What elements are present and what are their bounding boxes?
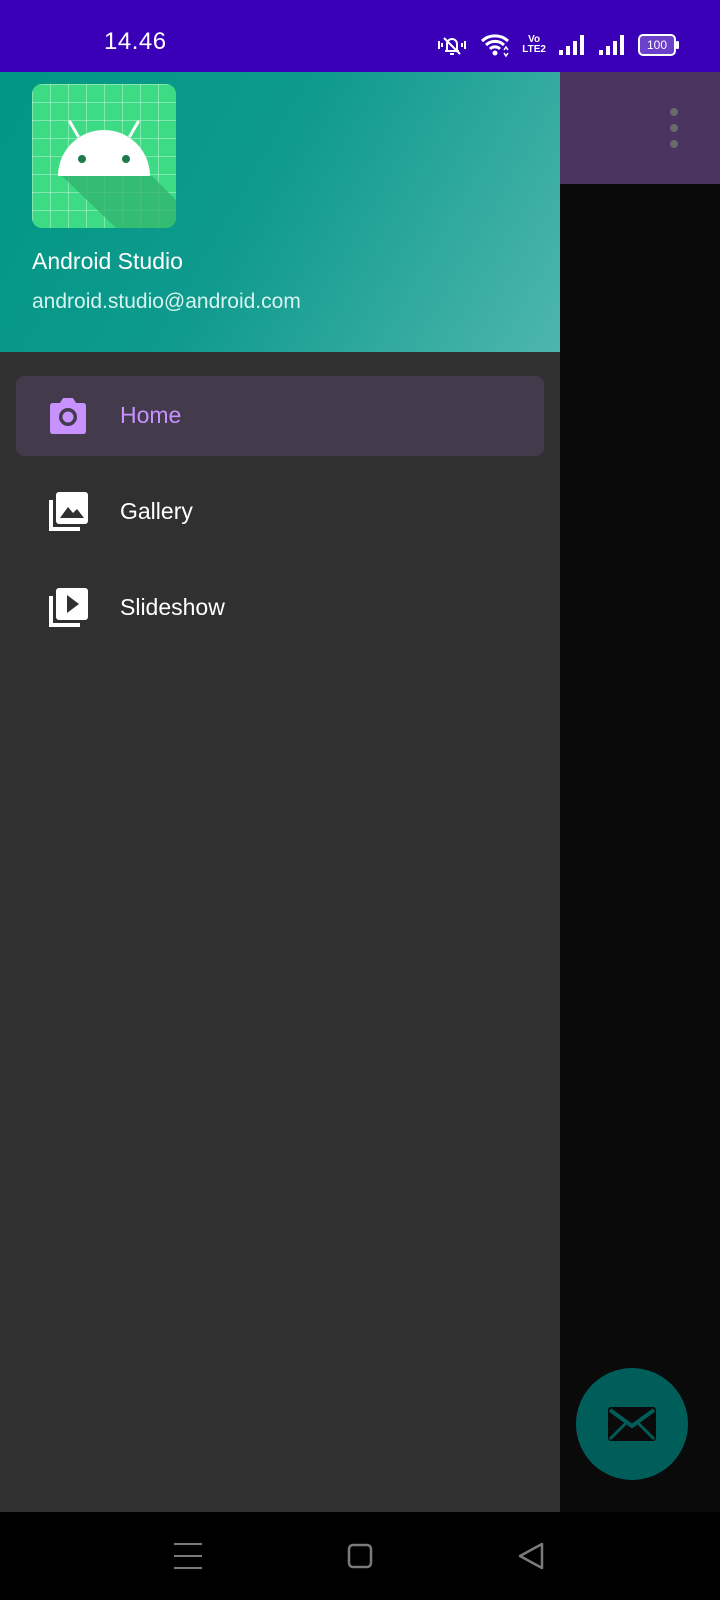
drawer-item-home[interactable]: Home: [16, 376, 544, 456]
drawer-header: Android Studio android.studio@android.co…: [0, 72, 560, 352]
drawer-item-label: Home: [120, 402, 182, 428]
home-square-icon[interactable]: [342, 1538, 378, 1574]
status-icons: Vo LTE2 100: [436, 30, 679, 60]
volte-icon: Vo LTE2: [522, 35, 546, 55]
app-bar: [560, 72, 720, 184]
drawer-item-label: Slideshow: [120, 594, 225, 620]
android-logo-icon: [32, 84, 176, 228]
battery-icon: 100: [638, 34, 679, 56]
camera-icon: [50, 398, 86, 434]
battery-level: 100: [646, 38, 668, 52]
status-time: 14.46: [104, 28, 167, 55]
user-email: android.studio@android.com: [32, 290, 301, 313]
back-triangle-icon[interactable]: [514, 1538, 550, 1574]
menu-icon[interactable]: [170, 1538, 206, 1574]
mail-icon: [608, 1407, 656, 1441]
system-nav-bar: [0, 1512, 720, 1600]
drawer-item-gallery[interactable]: Gallery: [16, 472, 544, 552]
mute-vibrate-icon: [438, 37, 467, 55]
slideshow-icon: [49, 588, 88, 627]
wifi-icon: [481, 34, 510, 57]
signal-sim2-icon: [599, 35, 624, 55]
navigation-drawer: Android Studio android.studio@android.co…: [0, 72, 560, 1512]
user-name: Android Studio: [32, 248, 183, 274]
drawer-item-slideshow[interactable]: Slideshow: [16, 568, 544, 648]
drawer-menu: Home Gallery Slideshow: [0, 376, 560, 664]
volte-label-bottom: LTE2: [522, 44, 546, 55]
signal-sim1-icon: [559, 35, 584, 55]
drawer-item-label: Gallery: [120, 498, 193, 524]
mail-fab-button[interactable]: [576, 1368, 688, 1480]
more-vert-icon[interactable]: [668, 108, 680, 148]
gallery-icon: [49, 492, 88, 531]
